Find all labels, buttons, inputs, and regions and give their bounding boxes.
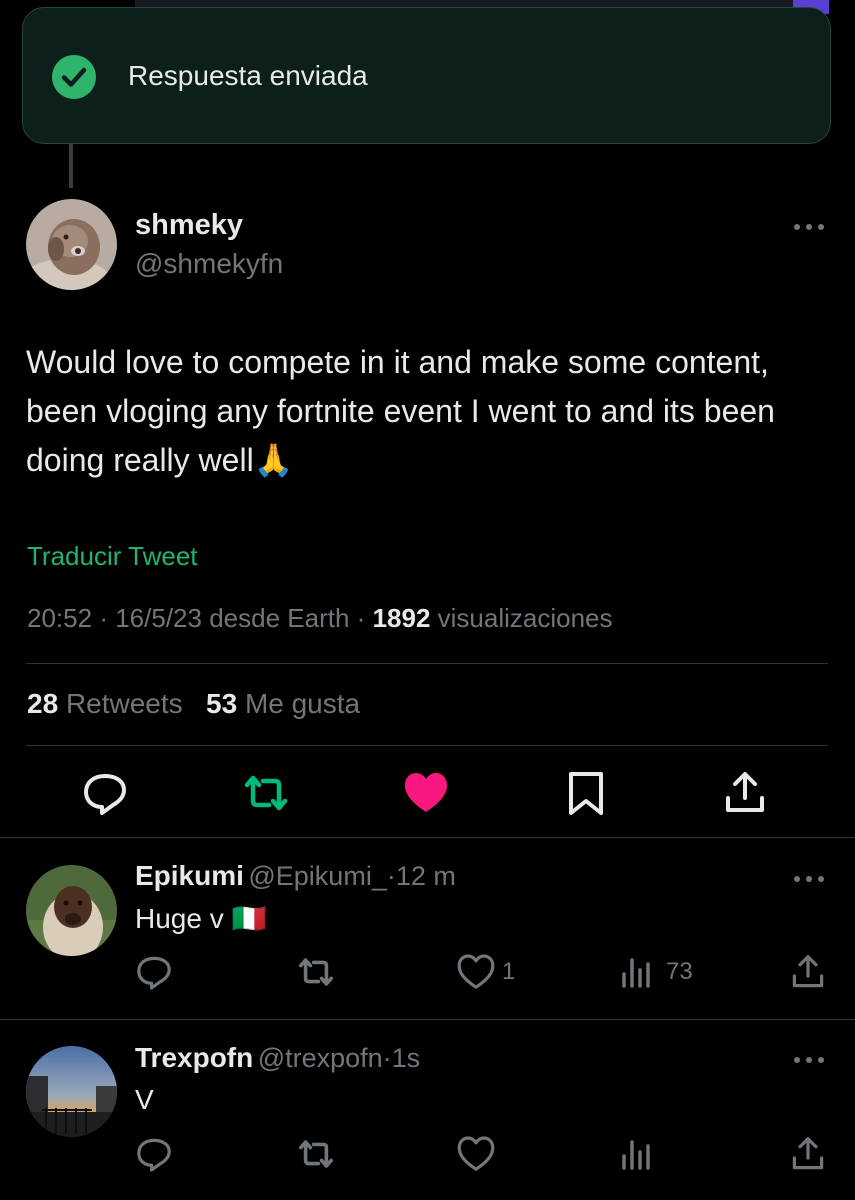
view-count: 1892 <box>372 603 431 633</box>
retweets-label: Retweets <box>65 688 183 719</box>
sunset-street-photo-icon <box>26 1046 117 1137</box>
reply-author-handle[interactable]: @trexpofn <box>258 1043 383 1073</box>
heart-icon <box>457 1136 495 1171</box>
reply-icon[interactable] <box>134 952 174 992</box>
reply-icon[interactable] <box>80 768 130 818</box>
view-count: 73 <box>666 958 693 985</box>
divider <box>26 663 828 664</box>
reply-icon[interactable] <box>134 1134 174 1174</box>
more-options-icon[interactable] <box>791 220 827 234</box>
share-icon[interactable] <box>788 1134 828 1174</box>
share-icon[interactable] <box>720 768 770 818</box>
author-handle[interactable]: @shmekyfn <box>135 248 283 280</box>
tweet-time: 20:52 <box>27 603 93 633</box>
like-icon-filled[interactable] <box>401 768 451 818</box>
author-avatar[interactable] <box>26 199 117 290</box>
dog-photo-icon <box>26 199 117 290</box>
share-icon[interactable] <box>788 952 828 992</box>
reply-text: V <box>135 1084 154 1115</box>
tweet-date: 16/5/23 <box>115 603 202 633</box>
reply-author-name[interactable]: Epikumi <box>135 860 244 891</box>
like-action[interactable]: 1 <box>456 952 515 992</box>
analytics-bars-icon <box>622 958 650 988</box>
reply-header: Trexpofn @trexpofn·1s <box>135 1042 420 1074</box>
retweet-icon[interactable] <box>296 1134 336 1174</box>
tweet-text: Would love to compete in it and make som… <box>26 344 775 478</box>
thread-connector-line <box>69 140 73 188</box>
more-options-icon[interactable] <box>791 872 827 886</box>
bookmark-icon[interactable] <box>561 768 611 818</box>
divider <box>26 745 828 746</box>
retweet-icon[interactable] <box>241 768 291 818</box>
divider <box>0 837 855 838</box>
views-action[interactable]: 73 <box>618 952 693 992</box>
heart-icon <box>457 954 495 989</box>
divider <box>0 1019 855 1020</box>
toast-message: Respuesta enviada <box>128 60 368 91</box>
analytics-bars-icon <box>622 1140 650 1170</box>
like-count: 53 <box>206 688 238 719</box>
retweet-count: 28 <box>27 688 59 719</box>
separator-dot: · <box>382 1043 392 1073</box>
reply-author-name[interactable]: Trexpofn <box>135 1042 253 1073</box>
reply-text: Huge v 🇮🇹 <box>135 903 267 934</box>
check-circle-icon <box>52 55 96 99</box>
likes-label: Me gusta <box>244 688 361 719</box>
retweet-icon[interactable] <box>296 952 336 992</box>
like-count: 1 <box>502 958 516 985</box>
reply-author-handle[interactable]: @Epikumi_ <box>248 861 386 891</box>
retweets-stat[interactable]: 28 Retweets <box>27 688 183 719</box>
separator-dot: · <box>99 603 108 633</box>
separator-dot: · <box>386 861 396 891</box>
translate-link[interactable]: Traducir Tweet <box>27 541 198 572</box>
engagement-stats: 28 Retweets 53 Me gusta <box>27 688 360 720</box>
toast-notification: Respuesta enviada <box>22 7 831 144</box>
views-label: visualizaciones <box>437 603 613 633</box>
reply-time[interactable]: 1s <box>392 1043 421 1073</box>
reply-avatar[interactable] <box>26 1046 117 1137</box>
reply-avatar[interactable] <box>26 865 117 956</box>
reply-time[interactable]: 12 m <box>396 861 456 891</box>
separator-dot: · <box>356 603 366 633</box>
tweet-metadata: 20:52 · 16/5/23 desde Earth · 1892 visua… <box>27 603 613 634</box>
like-action[interactable] <box>456 1134 502 1174</box>
tweet-source: desde Earth <box>209 603 350 633</box>
likes-stat[interactable]: 53 Me gusta <box>206 688 360 719</box>
author-name[interactable]: shmeky <box>135 209 243 242</box>
dog-in-blanket-photo-icon <box>26 865 117 956</box>
more-options-icon[interactable] <box>791 1053 827 1067</box>
views-action[interactable] <box>618 1134 666 1174</box>
reply-header: Epikumi @Epikumi_·12 m <box>135 860 456 892</box>
